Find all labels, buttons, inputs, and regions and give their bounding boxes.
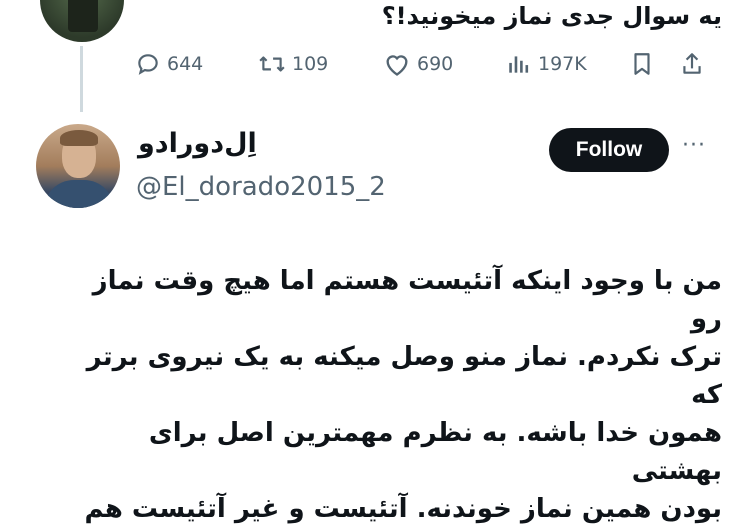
author-avatar[interactable] xyxy=(36,124,120,208)
tweet-body-line: ترک نکردم. نماز منو وصل میکنه به یک نیرو… xyxy=(86,342,722,410)
views-count: 197K xyxy=(538,53,587,75)
avatar-shirt xyxy=(44,180,114,208)
retweet-button[interactable]: 109 xyxy=(258,46,328,82)
tweet-body-line: بودن همین نماز خوندنه. آتئیست و غیر آتئی… xyxy=(84,494,722,524)
share-button[interactable] xyxy=(680,46,704,82)
thread-connector-line xyxy=(80,46,83,112)
bookmark-icon xyxy=(634,53,650,75)
avatar-figure xyxy=(68,0,98,32)
previous-tweet-actions: 644 109 690 197K xyxy=(130,46,720,82)
author-display-name[interactable]: اِل‌دورادو xyxy=(138,128,257,159)
views-chart-icon xyxy=(509,56,529,73)
tweet-body-line: همون خدا باشه. به نظرم مهمترین اصل برای … xyxy=(148,418,722,486)
reply-count: 644 xyxy=(167,53,204,75)
share-upload-icon xyxy=(683,53,701,74)
previous-tweet-text: یه سوال جدی نماز میخونید!؟ xyxy=(381,2,722,30)
reply-icon xyxy=(138,54,158,75)
heart-icon xyxy=(386,55,408,76)
tweet-body-line: من با وجود اینکه آتئیست هستم اما هیچ وقت… xyxy=(92,266,722,334)
like-count: 690 xyxy=(417,53,454,75)
views-button[interactable]: 197K xyxy=(506,46,587,82)
avatar-hair xyxy=(60,130,98,146)
retweet-icon xyxy=(259,56,285,72)
author-handle[interactable]: @El_dorado2015_2 xyxy=(136,172,386,202)
previous-author-avatar[interactable] xyxy=(40,0,124,42)
like-button[interactable]: 690 xyxy=(383,46,453,82)
tweet-body: من با وجود اینکه آتئیست هستم اما هیچ وقت… xyxy=(60,262,722,528)
reply-button[interactable]: 644 xyxy=(135,46,203,82)
bookmark-button[interactable] xyxy=(630,46,654,82)
follow-button[interactable]: Follow xyxy=(549,128,669,172)
retweet-count: 109 xyxy=(292,53,329,75)
more-options-icon[interactable]: ··· xyxy=(682,133,706,158)
